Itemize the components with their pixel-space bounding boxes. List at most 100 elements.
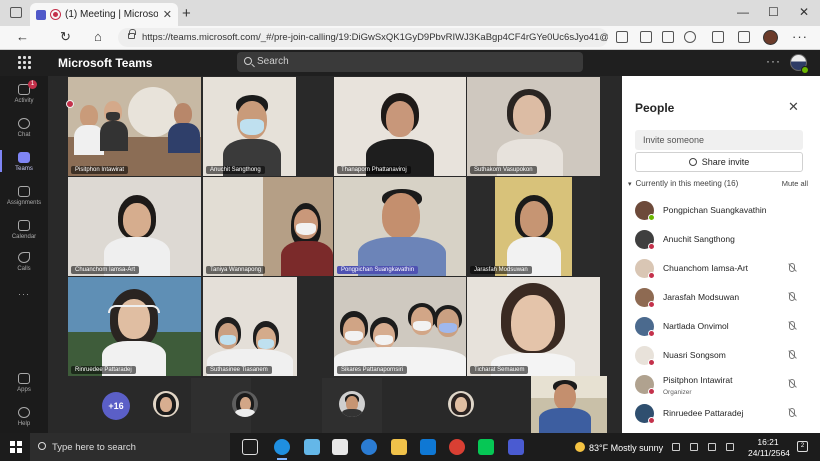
- favorites-icon[interactable]: [712, 31, 724, 43]
- in-meeting-section-header[interactable]: ▾ Currently in this meeting (16) Mute all: [628, 179, 814, 188]
- invite-someone-input[interactable]: Invite someone: [635, 130, 803, 150]
- maximize-button[interactable]: ☐: [768, 5, 779, 19]
- video-tile[interactable]: Chuanchom Iamsa-Art: [68, 177, 201, 276]
- extension-icon[interactable]: [640, 31, 652, 43]
- participant-list-item[interactable]: Nuasri Songsom: [635, 345, 805, 367]
- mail-icon[interactable]: [420, 439, 436, 455]
- rail-item-apps[interactable]: Apps: [0, 373, 48, 393]
- participant-list-item[interactable]: Chuanchom Iamsa-Art: [635, 258, 805, 280]
- browser-profile-avatar[interactable]: [763, 30, 778, 45]
- rail-item-calendar[interactable]: Calendar: [0, 220, 48, 240]
- mic-off-icon: [789, 408, 795, 417]
- file-explorer-icon[interactable]: [391, 439, 407, 455]
- participant-list-item[interactable]: Pisitphon Intawirat Organizer: [635, 374, 805, 396]
- close-panel-button[interactable]: ✕: [788, 99, 799, 115]
- network-icon[interactable]: [690, 443, 698, 451]
- participant-list-item[interactable]: Nartlada Onvimol: [635, 316, 805, 338]
- store-icon[interactable]: [332, 439, 348, 455]
- participant-role: Organizer: [663, 389, 692, 396]
- browser-menu-button[interactable]: ···: [792, 29, 808, 44]
- rail-item-help[interactable]: Help: [0, 407, 48, 427]
- help-icon: [18, 407, 30, 418]
- video-tile[interactable]: Suthakorn Vasupokon: [467, 77, 600, 176]
- rail-label: Calls: [17, 266, 31, 272]
- rail-item-activity[interactable]: 1 Activity: [0, 80, 48, 104]
- self-view-video[interactable]: [531, 376, 607, 433]
- windows-start-icon[interactable]: [10, 441, 22, 453]
- user-avatar[interactable]: [790, 54, 809, 74]
- video-tile[interactable]: Rinruedee Pattaradej: [68, 277, 201, 376]
- participant-name: Nuasri Songsom: [663, 350, 726, 360]
- tab-close-icon[interactable]: ✕: [163, 8, 172, 21]
- rail-item-chat[interactable]: Chat: [0, 118, 48, 138]
- search-icon: [38, 442, 46, 450]
- teams-chat-icon[interactable]: [304, 439, 320, 455]
- video-tile[interactable]: Pisitphon Intawirat: [68, 77, 201, 176]
- teams-more-button[interactable]: ···: [766, 54, 781, 68]
- camera-permission-icon[interactable]: [616, 31, 628, 43]
- more-participants-button[interactable]: +16: [102, 392, 130, 420]
- edge-browser-icon[interactable]: [274, 439, 290, 460]
- rail-label: Apps: [17, 387, 31, 393]
- participant-avatar[interactable]: [339, 391, 365, 417]
- video-tile[interactable]: Ticharat Semauem: [467, 277, 600, 376]
- app-launcher-icon[interactable]: [18, 56, 31, 69]
- system-clock[interactable]: 16:21 24/11/2564: [748, 437, 790, 459]
- input-language-icon[interactable]: [726, 443, 734, 451]
- address-bar[interactable]: https://teams.microsoft.com/_#/pre-join-…: [118, 28, 608, 47]
- participant-name-active-speaker: Pongpichan Suangkavathin: [337, 266, 419, 274]
- mute-all-button[interactable]: Mute all: [782, 179, 808, 188]
- line-app-icon[interactable]: [478, 439, 494, 455]
- participant-list-item[interactable]: Anuchit Sangthong: [635, 229, 805, 251]
- back-button[interactable]: ←: [16, 29, 29, 44]
- participant-name: Thanaporn Phattanaviroj: [337, 166, 411, 174]
- share-invite-button[interactable]: Share invite: [635, 152, 803, 172]
- new-tab-button[interactable]: +: [182, 5, 191, 22]
- search-input[interactable]: Search: [237, 52, 583, 72]
- participant-list-item[interactable]: Pongpichan Suangkavathin: [635, 200, 805, 222]
- show-hidden-icons-icon[interactable]: [672, 443, 680, 451]
- participant-name: Taniya Wannapong: [206, 266, 266, 274]
- participant-name: Rinruedee Pattaradej: [663, 408, 744, 418]
- minimize-button[interactable]: —: [737, 5, 749, 19]
- lock-icon: [128, 29, 136, 39]
- window-close-button[interactable]: ✕: [799, 5, 809, 19]
- participant-avatar[interactable]: [448, 391, 474, 417]
- video-tile[interactable]: Anuchit Sangthong: [203, 77, 296, 176]
- home-button[interactable]: ⌂: [94, 29, 102, 44]
- screenshot-icon[interactable]: [662, 31, 674, 43]
- task-view-icon[interactable]: [242, 439, 258, 455]
- volume-icon[interactable]: [708, 443, 716, 451]
- teams-app-icon[interactable]: [508, 439, 524, 455]
- internet-explorer-icon[interactable]: [361, 439, 377, 455]
- sun-icon: [575, 442, 585, 452]
- notification-center-icon[interactable]: 2: [797, 441, 808, 452]
- tab-actions-icon[interactable]: [10, 7, 22, 18]
- more-apps-button[interactable]: ···: [18, 289, 30, 299]
- taskbar-search-input[interactable]: Type here to search: [30, 433, 230, 461]
- participant-avatar[interactable]: [232, 391, 258, 417]
- video-tile[interactable]: Taniya Wannapong: [203, 177, 333, 276]
- mic-off-icon: [789, 379, 795, 388]
- participant-name: Chuanchom Iamsa-Art: [71, 266, 140, 274]
- video-tile[interactable]: Sikares Pattanapornsiri: [334, 277, 466, 376]
- taskbar-search-placeholder: Type here to search: [52, 442, 136, 453]
- video-tile[interactable]: Jarasfah Modsuwan: [467, 177, 600, 276]
- participant-list-item[interactable]: Jarasfah Modsuwan: [635, 287, 805, 309]
- rail-item-assignments[interactable]: Assignments: [0, 186, 48, 206]
- browser-tab-meeting[interactable]: (1) Meeting | Microsoft Teams ✕: [30, 3, 178, 26]
- chrome-icon[interactable]: [449, 439, 465, 455]
- recording-indicator-icon: [66, 100, 74, 108]
- video-tile[interactable]: Thanaporn Phattanaviroj: [334, 77, 466, 176]
- rail-item-calls[interactable]: Calls: [0, 252, 48, 272]
- refresh-button[interactable]: ↻: [60, 29, 71, 45]
- collections-icon[interactable]: [738, 31, 750, 43]
- weather-widget[interactable]: 83°F Mostly sunny: [575, 442, 663, 453]
- participant-list-item[interactable]: Rinruedee Pattaradej: [635, 403, 805, 425]
- participant-avatar[interactable]: [153, 391, 179, 417]
- video-tile[interactable]: Pongpichan Suangkavathin: [334, 177, 466, 276]
- video-tile[interactable]: Suthasinee Tiasanem: [203, 277, 297, 376]
- favorite-add-icon[interactable]: [684, 31, 696, 43]
- rail-item-teams[interactable]: Teams: [0, 150, 48, 172]
- invite-placeholder: Invite someone: [643, 135, 705, 145]
